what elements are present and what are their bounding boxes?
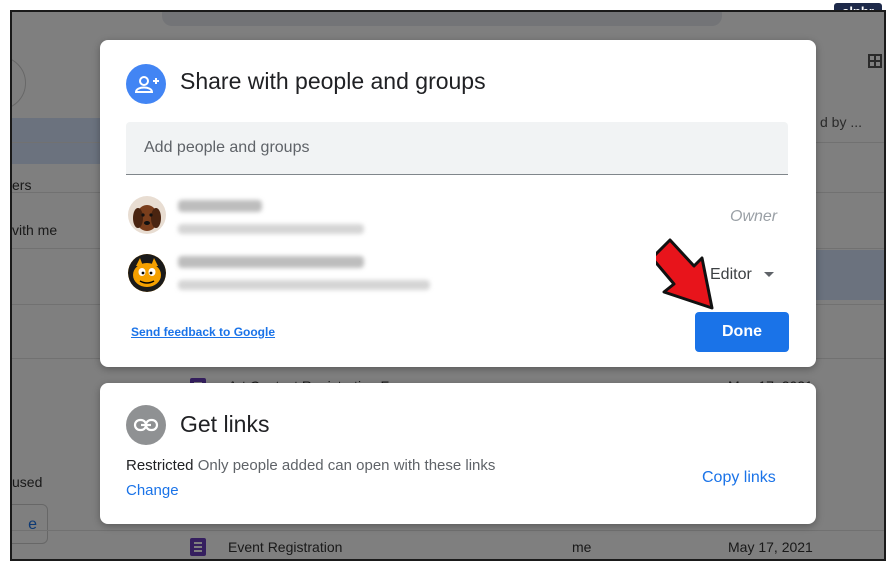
get-links-dialog: Get links Restricted Only people added c… <box>100 383 816 524</box>
add-people-input[interactable]: Add people and groups <box>126 122 788 175</box>
restriction-description: Only people added can open with these li… <box>197 457 496 474</box>
dog-avatar <box>128 196 166 234</box>
person-email-blurred <box>178 224 364 234</box>
copy-links-button[interactable]: Copy links <box>702 469 776 487</box>
person-name-blurred <box>178 256 364 268</box>
restriction-text: Restricted Only people added can open wi… <box>126 457 495 474</box>
change-link[interactable]: Change <box>126 482 179 499</box>
person-name-blurred <box>178 200 262 212</box>
share-dialog: Share with people and groups Add people … <box>100 40 816 367</box>
restriction-label: Restricted <box>126 457 194 474</box>
chevron-down-icon[interactable] <box>764 272 774 277</box>
done-button[interactable]: Done <box>695 312 789 352</box>
person-email-blurred <box>178 280 430 290</box>
red-arrow-icon <box>656 238 714 310</box>
person-add-icon <box>126 64 166 104</box>
send-feedback-link[interactable]: Send feedback to Google <box>131 325 275 339</box>
screenshot-frame: ers vith me used e d by ... Art Contest … <box>10 10 886 561</box>
cat-avatar <box>128 254 166 292</box>
get-links-title: Get links <box>180 411 270 437</box>
share-dialog-title: Share with people and groups <box>180 68 486 94</box>
link-icon <box>126 405 166 445</box>
owner-role-label: Owner <box>730 208 778 225</box>
